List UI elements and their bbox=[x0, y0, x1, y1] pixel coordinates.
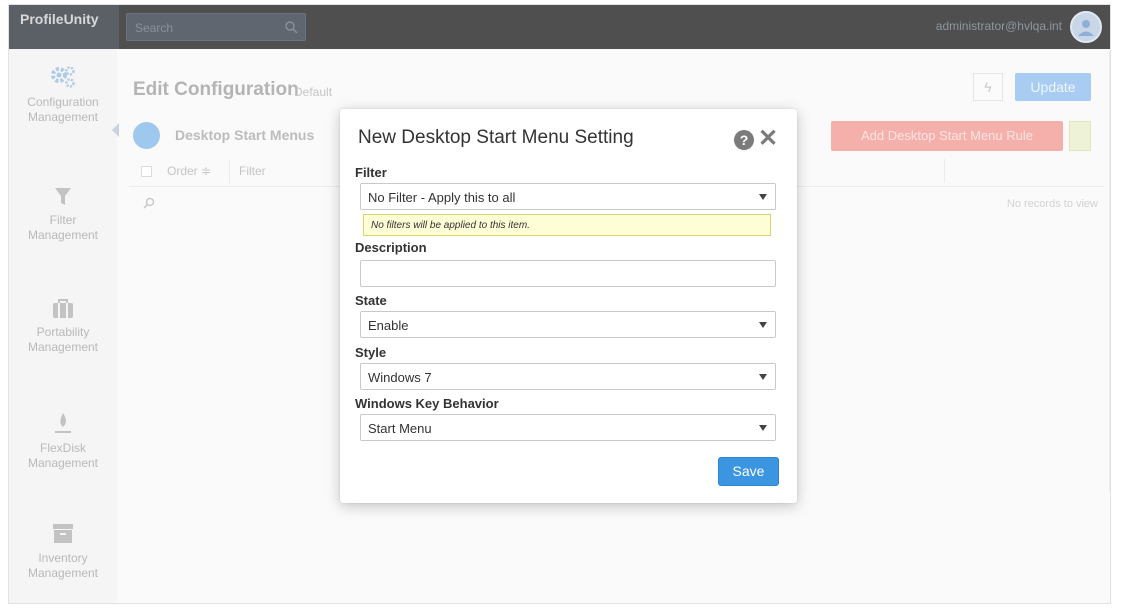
dialog-title: New Desktop Start Menu Setting bbox=[358, 127, 634, 148]
sidebar-item-label: Inventory bbox=[38, 551, 88, 565]
chevron-down-icon bbox=[759, 374, 767, 380]
sidebar-item-configuration[interactable]: Configuration Management bbox=[9, 65, 117, 125]
chevron-down-icon bbox=[759, 194, 767, 200]
style-value: Windows 7 bbox=[368, 370, 432, 385]
description-field[interactable] bbox=[360, 260, 776, 287]
flame-icon bbox=[55, 413, 71, 433]
sidebar-item-label: Management bbox=[27, 456, 99, 470]
sidebar-item-label: Management bbox=[27, 566, 99, 580]
sidebar-item-filter[interactable]: Filter Management bbox=[9, 187, 117, 243]
scrollbar[interactable] bbox=[1109, 51, 1110, 491]
chevron-down-icon bbox=[759, 322, 767, 328]
save-button[interactable]: Save bbox=[718, 457, 779, 486]
search-icon[interactable] bbox=[277, 14, 305, 40]
gears-icon bbox=[51, 66, 75, 88]
funnel-icon bbox=[55, 188, 71, 205]
sidebar-item-label: Portability bbox=[36, 325, 90, 339]
windows-key-value: Start Menu bbox=[368, 421, 432, 436]
page-title: Edit Configuration bbox=[133, 79, 299, 100]
column-order[interactable]: Order ≑ bbox=[167, 164, 211, 178]
style-select[interactable]: Windows 7 bbox=[360, 363, 776, 390]
avatar[interactable] bbox=[1070, 11, 1102, 43]
archive-box-icon bbox=[53, 524, 73, 543]
select-all-checkbox[interactable] bbox=[141, 166, 152, 177]
sidebar-item-label: Configuration bbox=[27, 95, 99, 109]
sidebar-item-label: Management bbox=[27, 340, 99, 354]
column-filter[interactable]: Filter bbox=[239, 164, 266, 178]
help-icon[interactable]: ? bbox=[734, 130, 754, 150]
search-placeholder: Search bbox=[135, 21, 174, 35]
collapse-arrow-icon[interactable] bbox=[112, 123, 119, 137]
style-label: Style bbox=[355, 345, 387, 360]
section-title: Desktop Start Menus bbox=[175, 127, 315, 143]
column-divider bbox=[229, 159, 230, 183]
search-icon[interactable] bbox=[143, 197, 155, 209]
close-icon[interactable]: ✕ bbox=[758, 127, 778, 151]
sidebar-item-inventory[interactable]: Inventory Management bbox=[9, 523, 117, 581]
top-bar: ProfileUnity Search administrator@hvlqa.… bbox=[9, 5, 1110, 49]
user-icon bbox=[1078, 20, 1094, 36]
lightning-button[interactable]: ϟ bbox=[973, 73, 1003, 101]
sidebar: Configuration Management Filter Manageme… bbox=[9, 49, 119, 603]
description-label: Description bbox=[355, 240, 427, 255]
lightning-icon: ϟ bbox=[984, 79, 992, 95]
state-label: State bbox=[355, 293, 387, 308]
state-value: Enable bbox=[368, 318, 409, 333]
update-button[interactable]: Update bbox=[1015, 73, 1091, 101]
page-subtitle: Default bbox=[294, 85, 333, 99]
briefcase-icon bbox=[53, 299, 73, 318]
sidebar-item-portability[interactable]: Portability Management bbox=[9, 299, 117, 355]
brand-logo[interactable]: ProfileUnity bbox=[9, 5, 119, 49]
filter-label: Filter bbox=[355, 165, 387, 180]
sidebar-item-label: Management bbox=[27, 110, 99, 124]
sidebar-item-label: FlexDisk bbox=[39, 441, 86, 455]
filter-value: No Filter - Apply this to all bbox=[368, 190, 516, 205]
search-input[interactable]: Search bbox=[126, 13, 306, 41]
chevron-down-icon bbox=[759, 425, 767, 431]
windows-key-label: Windows Key Behavior bbox=[355, 396, 499, 411]
add-rule-button[interactable]: Add Desktop Start Menu Rule bbox=[831, 121, 1063, 151]
windows-key-select[interactable]: Start Menu bbox=[360, 414, 776, 441]
sidebar-item-flexdisk[interactable]: FlexDisk Management bbox=[9, 411, 117, 471]
export-button[interactable] bbox=[1069, 121, 1091, 151]
column-divider bbox=[944, 159, 945, 183]
no-records-text: No records to view bbox=[1006, 198, 1098, 210]
sidebar-item-label: Management bbox=[27, 228, 99, 242]
filter-note: No filters will be applied to this item. bbox=[363, 214, 771, 236]
start-menu-icon bbox=[133, 122, 160, 149]
state-select[interactable]: Enable bbox=[360, 311, 776, 338]
filter-select[interactable]: No Filter - Apply this to all bbox=[360, 183, 776, 210]
new-setting-dialog: New Desktop Start Menu Setting ? ✕ Filte… bbox=[340, 109, 797, 503]
user-name[interactable]: administrator@hvlqa.int bbox=[936, 19, 1062, 33]
sidebar-item-label: Filter bbox=[49, 213, 77, 227]
